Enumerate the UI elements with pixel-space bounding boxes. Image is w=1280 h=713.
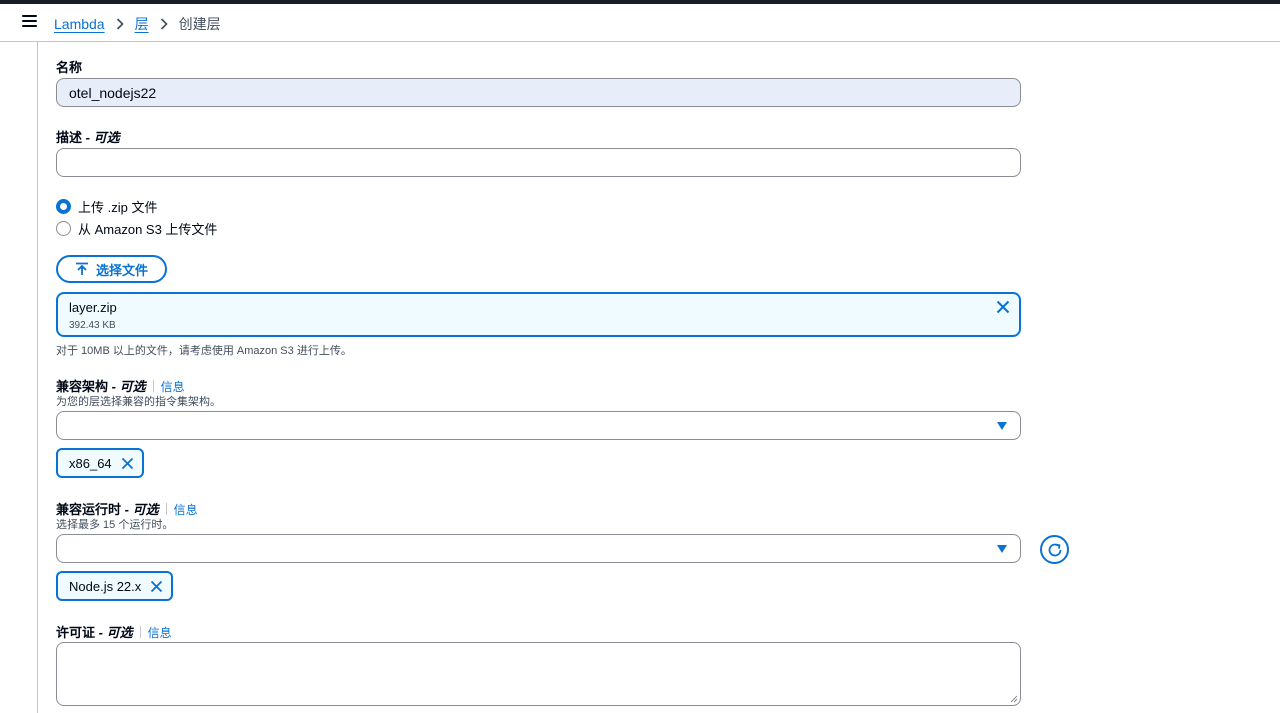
optional-text: 可选 [132,502,159,517]
close-icon[interactable] [996,300,1010,319]
refresh-icon [1048,543,1061,556]
runtime-token-label: Node.js 22.x [69,578,142,594]
close-icon[interactable] [150,580,163,593]
runtime-description: 选择最多 15 个运行时。 [56,519,174,531]
architecture-token: x86_64 [56,448,144,478]
license-textarea[interactable] [56,642,1021,706]
radio-upload-s3-label: 从 Amazon S3 上传文件 [78,222,218,237]
chevron-right-icon [116,18,124,30]
chevron-right-icon [160,18,168,30]
resize-handle-icon[interactable] [1010,695,1018,703]
architecture-description: 为您的层选择兼容的指令集架构。 [56,396,221,408]
optional-text: 可选 [93,130,120,145]
navigation-divider [37,42,38,713]
file-hint: 对于 10MB 以上的文件，请考虑使用 Amazon S3 进行上传。 [56,345,352,357]
license-info-link[interactable]: 信息 [148,626,172,640]
optional-text: 可选 [119,379,146,394]
runtime-info-link[interactable]: 信息 [174,503,198,517]
caret-down-icon [997,545,1007,553]
architecture-label-text: 兼容架构 [56,379,109,394]
description-label: 描述 - 可选 [56,130,120,145]
radio-selected-icon [56,199,71,214]
radio-upload-zip[interactable]: 上传 .zip 文件 [56,197,157,216]
breadcrumb-current: 创建层 [178,16,221,32]
runtime-token: Node.js 22.x [56,571,174,601]
runtime-select[interactable] [56,534,1021,563]
breadcrumb: Lambda 层 创建层 [54,14,221,34]
refresh-button[interactable] [1040,535,1069,564]
file-name: layer.zip [69,300,117,315]
runtime-label-text: 兼容运行时 [56,502,122,517]
radio-upload-s3[interactable]: 从 Amazon S3 上传文件 [56,219,217,238]
breadcrumb-layers[interactable]: 层 [135,14,149,34]
optional-text: 可选 [106,625,133,640]
choose-file-button[interactable]: 选择文件 [56,255,167,283]
radio-upload-zip-label: 上传 .zip 文件 [78,200,158,215]
name-label: 名称 [56,60,83,75]
caret-down-icon [997,422,1007,430]
close-icon[interactable] [121,457,134,470]
license-label: 许可证 - 可选 信息 [56,625,172,640]
name-input[interactable] [56,78,1021,107]
breadcrumb-lambda[interactable]: Lambda [54,16,105,32]
breadcrumb-bar: Lambda 层 创建层 [0,4,1280,42]
hamburger-icon[interactable] [22,15,38,29]
architecture-select[interactable] [56,411,1021,440]
selected-file: layer.zip 392.43 KB [56,292,1021,337]
upload-icon [75,262,88,275]
architecture-info-link[interactable]: 信息 [161,380,185,394]
choose-file-label: 选择文件 [95,262,148,278]
license-label-text: 许可证 [56,625,96,640]
description-label-text: 描述 [56,130,83,145]
architecture-token-label: x86_64 [69,455,112,471]
radio-unselected-icon [56,221,71,236]
description-input[interactable] [56,148,1021,177]
file-size: 392.43 KB [69,320,116,331]
